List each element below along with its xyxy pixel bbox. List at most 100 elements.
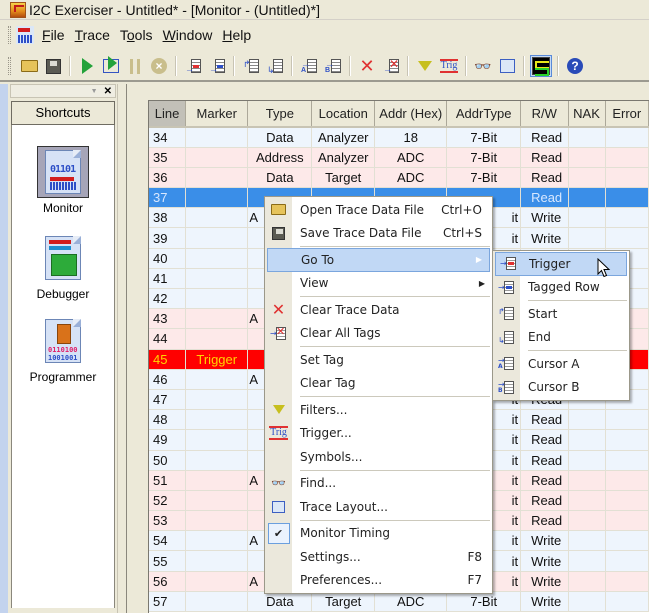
- menu-item-view[interactable]: View ▶: [265, 272, 492, 296]
- window-title: I2C Exerciser - Untitled* - [Monitor - (…: [29, 1, 320, 18]
- pane-splitter[interactable]: [117, 84, 127, 613]
- cell-type: Data: [247, 167, 313, 189]
- menu-item-cursor-a[interactable]: → A Cursor A: [493, 352, 629, 376]
- cell-line: 36: [149, 167, 187, 189]
- column-header-line[interactable]: Line: [149, 101, 187, 128]
- pane-close-icon[interactable]: ✕: [104, 86, 112, 97]
- menu-item-end[interactable]: ↳ End: [493, 326, 629, 350]
- cell-line: 38: [149, 207, 187, 229]
- stop-button[interactable]: ×: [148, 55, 170, 77]
- cell-rw: Write: [520, 207, 569, 229]
- cell-addr: ADC: [374, 147, 448, 168]
- menu-item-start[interactable]: ↱ Start: [493, 302, 629, 326]
- menu-item-find[interactable]: 👓 Find...: [265, 472, 492, 496]
- menu-file[interactable]: File: [37, 27, 70, 43]
- shortcut-monitor[interactable]: 01101 Monitor: [12, 146, 114, 215]
- cell-error: [605, 207, 649, 229]
- column-header-error[interactable]: Error: [605, 101, 649, 128]
- goto-start-button[interactable]: ↱: [240, 55, 262, 77]
- pane-dropdown-icon[interactable]: ▼: [91, 88, 98, 95]
- column-header-r-w[interactable]: R/W: [520, 101, 569, 128]
- cell-location: Target: [311, 591, 376, 613]
- goto-cursor-a-icon: → A: [301, 59, 317, 74]
- menu-item-filters[interactable]: Filters...: [265, 398, 492, 422]
- run-step-button[interactable]: [100, 55, 122, 77]
- pause-button[interactable]: [124, 55, 146, 77]
- table-row[interactable]: 35 Address Analyzer ADC 7-Bit Read: [149, 147, 649, 168]
- column-header-location[interactable]: Location: [311, 101, 376, 128]
- cell-nak: [568, 450, 606, 471]
- cell-addr: 18: [374, 127, 448, 148]
- filters-button[interactable]: [414, 55, 436, 77]
- goto-start-icon: ↱: [243, 59, 259, 73]
- table-row[interactable]: 34 Data Analyzer 18 7-Bit Read: [149, 127, 649, 148]
- column-header-marker[interactable]: Marker: [185, 101, 249, 128]
- goto-tagged-row-button[interactable]: →: [206, 55, 228, 77]
- table-row[interactable]: 57 Data Target ADC 7-Bit Write: [149, 591, 649, 613]
- menu-trace[interactable]: Trace: [70, 27, 115, 43]
- menu-window[interactable]: Window: [158, 27, 218, 43]
- menu-item-label: Symbols...: [300, 449, 363, 464]
- goto-start-icon: ↱: [498, 307, 514, 321]
- menu-item-preferences[interactable]: Preferences... F7: [265, 569, 492, 593]
- save-button[interactable]: [42, 55, 64, 77]
- cell-location: Target: [311, 167, 376, 189]
- menu-item-clear-trace-data[interactable]: ✕ Clear Trace Data: [265, 298, 492, 322]
- menu-item-label: Clear Tag: [300, 376, 356, 391]
- cell-error: [605, 147, 649, 168]
- menu-item-trace-layout[interactable]: Trace Layout...: [265, 495, 492, 519]
- menu-item-open-trace-data-file[interactable]: Open Trace Data File Ctrl+O: [265, 198, 492, 222]
- goto-end-button[interactable]: ↳: [264, 55, 286, 77]
- menu-item-go-to[interactable]: Go To ▶: [267, 248, 490, 272]
- menu-tools[interactable]: Tools: [115, 27, 158, 43]
- menu-item-clear-all-tags[interactable]: → ✕ Clear All Tags: [265, 322, 492, 346]
- column-header-addr-hex[interactable]: Addr (Hex): [374, 101, 448, 128]
- menu-item-cursor-b[interactable]: → B Cursor B: [493, 376, 629, 400]
- goto-trigger-button[interactable]: →: [182, 55, 204, 77]
- shortcut-label: Debugger: [36, 287, 90, 301]
- monitor-timing-button[interactable]: [530, 55, 552, 77]
- table-row[interactable]: 36 Data Target ADC 7-Bit Read: [149, 167, 649, 189]
- menu-item-trigger[interactable]: Trig Trigger...: [265, 422, 492, 446]
- toolbar-grip[interactable]: [8, 57, 11, 75]
- trace-layout-button[interactable]: [496, 55, 518, 77]
- shortcuts-pane: ▼ ✕ Shortcuts 01101 Monitor Debugger 011…: [9, 84, 117, 613]
- cell-rw: Read: [520, 450, 569, 471]
- open-button[interactable]: [18, 55, 40, 77]
- menu-item-save-trace-data-file[interactable]: Save Trace Data File Ctrl+S: [265, 222, 492, 246]
- help-button[interactable]: ?: [564, 55, 586, 77]
- menu-help[interactable]: Help: [217, 27, 256, 43]
- cell-error: [605, 227, 649, 249]
- cell-marker: [185, 389, 249, 411]
- goto-cursor-a-icon: → A: [498, 357, 514, 371]
- shortcut-programmer[interactable]: 0110100 1001001 Programmer: [12, 315, 114, 384]
- menu-item-label: Save Trace Data File: [300, 226, 422, 241]
- play-icon: [81, 58, 93, 74]
- goto-cursor-b-button[interactable]: → B: [322, 55, 344, 77]
- column-header-nak[interactable]: NAK: [568, 101, 606, 128]
- menu-item-symbols[interactable]: Symbols...: [265, 445, 492, 469]
- shortcuts-title: Shortcuts: [11, 101, 115, 125]
- trigger-button[interactable]: Trig: [438, 55, 460, 77]
- menu-item-set-tag[interactable]: Set Tag: [265, 348, 492, 372]
- menubar-grip[interactable]: [8, 26, 11, 44]
- clear-tags-button[interactable]: → ✕: [380, 55, 402, 77]
- menu-item-shortcut: F7: [467, 573, 482, 588]
- menu-item-clear-tag[interactable]: Clear Tag: [265, 372, 492, 396]
- find-button[interactable]: 👓: [472, 55, 494, 77]
- column-header-type[interactable]: Type: [247, 101, 313, 128]
- column-header-addrtype[interactable]: AddrType: [446, 101, 522, 128]
- menu-item-tagged-row[interactable]: → Tagged Row: [493, 276, 629, 300]
- trigger-icon: Trig: [439, 59, 459, 73]
- menu-item-settings[interactable]: Settings... F8: [265, 545, 492, 569]
- goto-cursor-a-button[interactable]: → A: [298, 55, 320, 77]
- menu-item-label: Clear All Tags: [300, 326, 381, 341]
- cell-marker: [185, 530, 249, 552]
- menu-item-monitor-timing[interactable]: ✔ Monitor Timing: [265, 522, 492, 546]
- shortcut-debugger[interactable]: Debugger: [12, 232, 114, 301]
- run-button[interactable]: [76, 55, 98, 77]
- cell-nak: [568, 147, 606, 168]
- shortcuts-list: 01101 Monitor Debugger 0110100 1001001 P…: [11, 125, 115, 608]
- clear-trace-button[interactable]: ✕: [356, 55, 378, 77]
- menu-bar: File Trace Tools Window Help: [0, 22, 649, 48]
